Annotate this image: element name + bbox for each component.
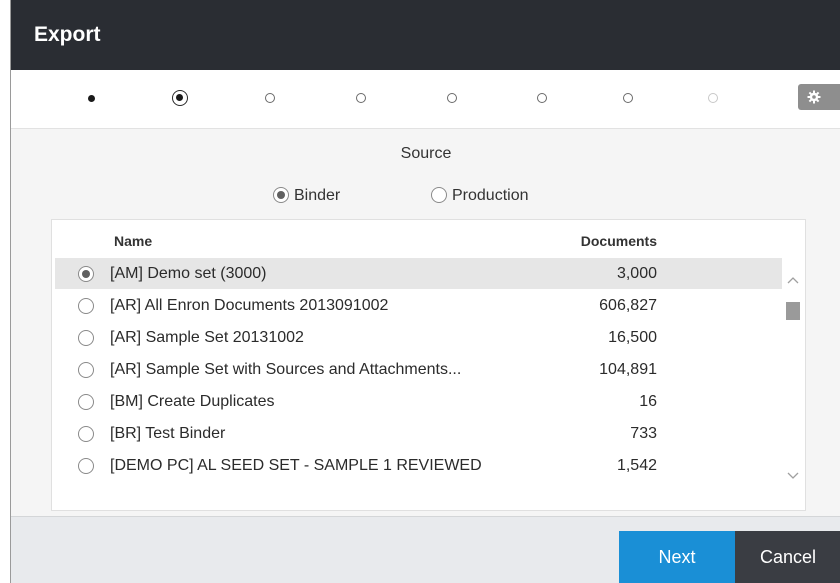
chevron-up-icon[interactable] [787,276,799,284]
source-option-binder-label: Binder [294,187,341,204]
scroll-thumb[interactable] [786,302,800,320]
wizard-steps [11,70,840,128]
table-row[interactable]: [AR] Sample Set with Sources and Attachm… [55,354,783,386]
row-name: [AR] Sample Set 20131002 [110,329,304,346]
row-radio[interactable] [78,458,94,474]
table-row[interactable]: [AM] Demo set (3000) 3,000 [55,258,783,290]
row-name: [AR] Sample Set with Sources and Attachm… [110,361,462,378]
gear-icon [807,90,821,104]
section-title: Source [400,145,452,162]
row-name: [AR] All Enron Documents 2013091002 [110,297,389,314]
source-option-production[interactable]: Production [431,187,529,205]
row-radio[interactable] [78,298,94,314]
row-documents: 1,542 [616,457,657,474]
row-radio[interactable] [78,330,94,346]
title-bar: Export [11,0,840,70]
table-row[interactable]: [AR] Sample Set 20131002 16,500 [55,322,783,354]
source-option-binder[interactable]: Binder [273,187,340,205]
row-radio[interactable] [78,426,94,442]
export-dialog: Export Source Binder Production Name Doc… [10,0,840,583]
table-body: [AM] Demo set (3000) 3,000 [AR] All Enro… [55,258,783,482]
row-documents: 16 [639,393,657,410]
row-radio[interactable] [78,362,94,378]
source-section: Source Binder Production Name Documents … [11,128,840,516]
step-4-indicator[interactable] [356,93,366,103]
row-documents: 3,000 [616,265,657,282]
table-row[interactable]: [DEMO PC] AL SEED SET - SAMPLE 1 REVIEWE… [55,450,783,482]
row-name: [BR] Test Binder [110,425,226,442]
chevron-down-icon[interactable] [787,472,799,480]
source-option-production-label: Production [452,187,529,204]
table-row[interactable]: [BR] Test Binder 733 [55,418,783,450]
step-3-indicator[interactable] [265,93,275,103]
row-documents: 16,500 [608,329,657,346]
row-name: [DEMO PC] AL SEED SET - SAMPLE 1 REVIEWE… [110,457,482,474]
table-row[interactable]: [BM] Create Duplicates 16 [55,386,783,418]
next-button[interactable]: Next [619,531,735,583]
row-radio[interactable] [78,266,94,282]
row-documents: 104,891 [599,361,657,378]
table-scrollbar[interactable] [782,258,804,510]
binder-table: Name Documents [AM] Demo set (3000) 3,00… [51,219,806,511]
dialog-title: Export [34,23,101,46]
radio-binder[interactable] [273,187,289,203]
column-header-name[interactable]: Name [114,233,152,249]
step-2-indicator[interactable] [172,90,188,106]
step-1-indicator[interactable] [88,95,95,102]
row-name: [AM] Demo set (3000) [110,265,267,282]
row-documents: 606,827 [599,297,657,314]
table-row[interactable]: [AR] All Enron Documents 2013091002 606,… [55,290,783,322]
table-header: Name Documents [52,220,805,258]
row-radio[interactable] [78,394,94,410]
dialog-footer: Next Cancel [11,516,840,583]
row-name: [BM] Create Duplicates [110,393,275,410]
settings-button[interactable] [798,84,840,110]
step-7-indicator[interactable] [623,93,633,103]
step-6-indicator[interactable] [537,93,547,103]
radio-production[interactable] [431,187,447,203]
cancel-button[interactable]: Cancel [735,531,840,583]
step-5-indicator[interactable] [447,93,457,103]
step-8-indicator [708,93,718,103]
row-documents: 733 [630,425,657,442]
column-header-documents[interactable]: Documents [552,233,657,249]
